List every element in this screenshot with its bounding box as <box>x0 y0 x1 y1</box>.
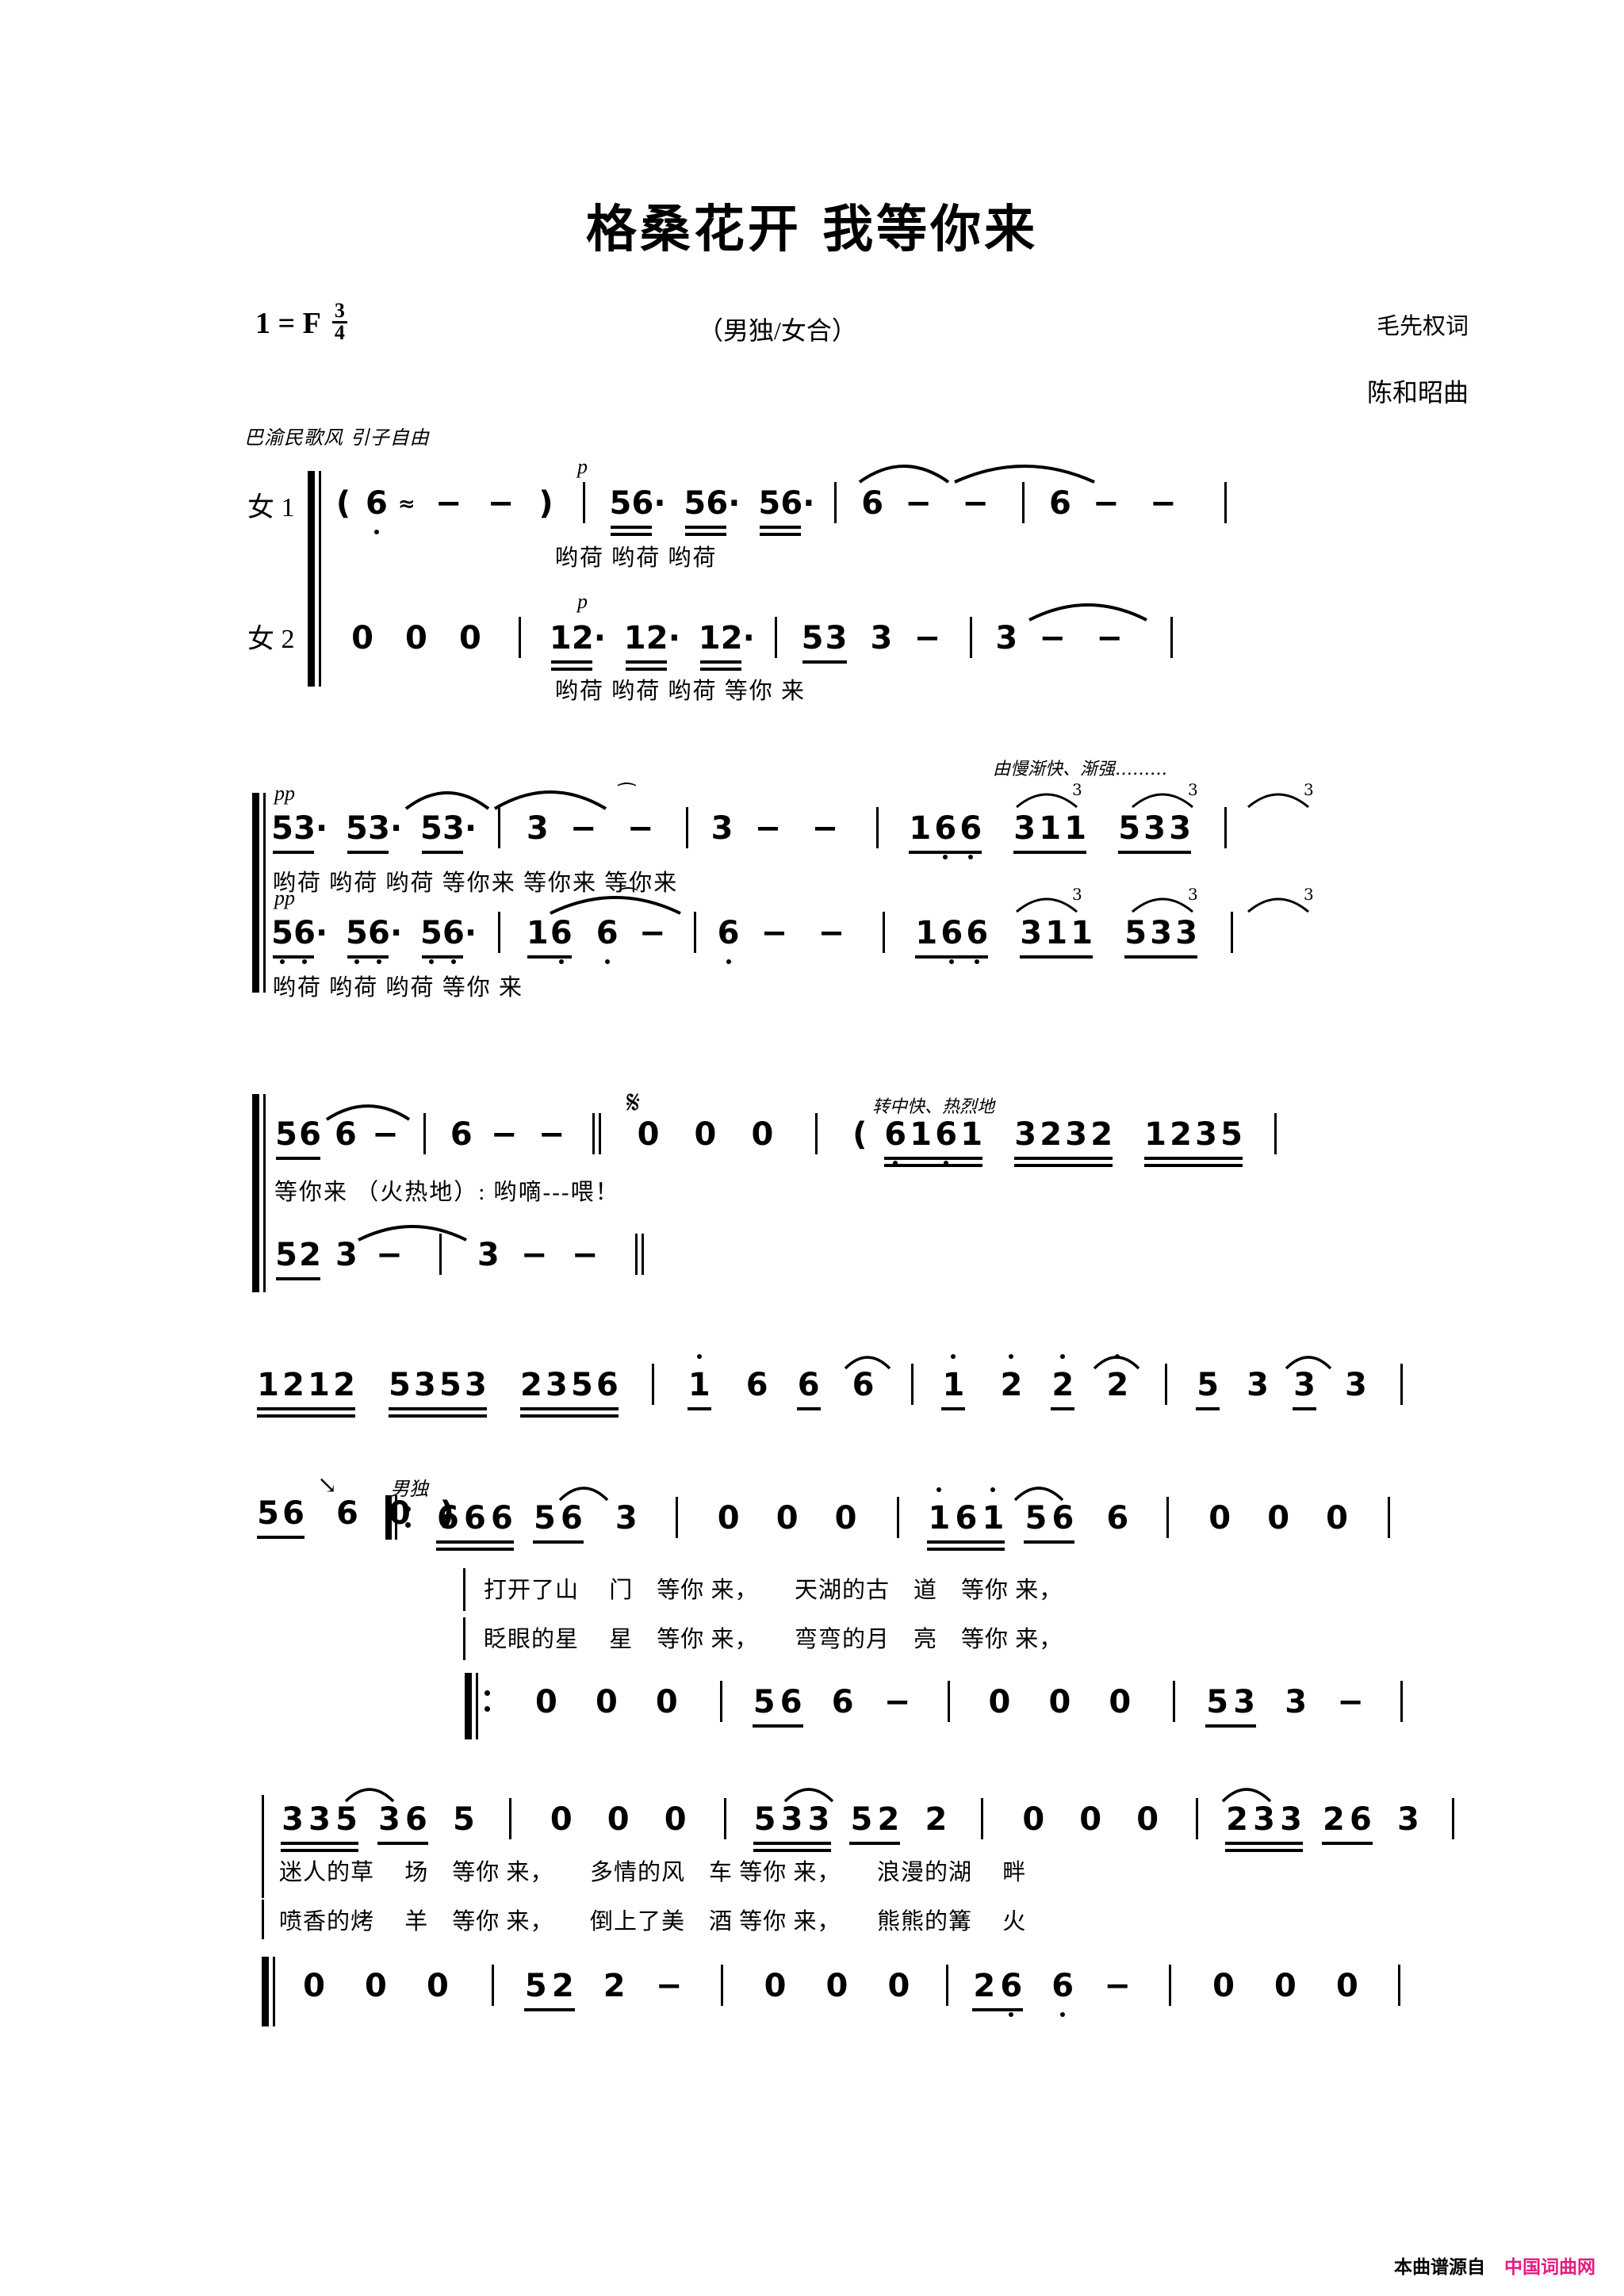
voicing-label: （男独/女合） <box>698 316 857 345</box>
triplet-number: 3 <box>1072 780 1082 799</box>
system6-acc-bracket-thick <box>262 1957 269 2026</box>
system2-bracket-thin <box>263 793 266 993</box>
breath-mark-icon: ↘ <box>317 1472 338 1498</box>
triplet-number: 3 <box>1304 885 1314 904</box>
voice-label-female2: 女 2 <box>247 625 295 654</box>
staff-5-lyrics-verse2: 眨眼的星 星 等你 来， 弯弯的月 亮 等你 来， <box>484 1627 1063 1652</box>
staff-2-voice-2-lyrics: 哟荷 哟荷 哟荷 等你 来 <box>273 975 524 1001</box>
staff-3-voice-1-lyrics: 等你来 （火热地）: 哟嘀---喂！ <box>274 1180 620 1205</box>
voice-label-female1: 女 1 <box>247 493 295 522</box>
dynamic-pp-2: pp <box>274 886 295 909</box>
staff-6-voice-notes: 335 36 5 0 0 0 533 52 2 0 0 0 233 26 3 <box>279 1798 1454 1845</box>
triplet-number: 3 <box>1304 780 1314 799</box>
time-denominator: 4 <box>334 320 345 344</box>
dynamic-p-1: p <box>577 455 588 478</box>
footer-site-link[interactable]: 中国词曲网 <box>1504 2257 1595 2278</box>
staff-6-lyrics-verse2: 喷香的烤 羊 等你 来， 倒上了美 酒 等你 来， 熊熊的篝 火 <box>279 1909 1027 1934</box>
system3-bracket-thin <box>263 1094 266 1292</box>
footer-attribution: 本曲谱源自 中国词曲网 <box>1394 2252 1595 2279</box>
triplet-number: 3 <box>1072 885 1082 904</box>
footer-source-label: 本曲谱源自 <box>1393 2257 1485 2278</box>
tempo-accel-cresc: 由慢渐快、渐强……… <box>993 760 1168 779</box>
fermata-icon-1: ⁀ <box>619 783 635 806</box>
staff-5-lyrics-verse1: 打开了山 门 等你 来， 天湖的古 道 等你 来， <box>484 1578 1063 1603</box>
system2-bracket-thick <box>252 793 259 993</box>
system-bracket-thick <box>308 471 315 687</box>
sheet-music-page: 格桑花开 我等你来 1 = F 3 4 （男独/女合） 毛先权词 陈和昭曲 巴渝… <box>0 0 1624 2296</box>
dynamic-pp-1: pp <box>274 782 295 805</box>
staff-3-voice-1-notes: 56 6 − 6 − − 0 0 0 ( 6161 3232 1235 <box>274 1113 1277 1165</box>
lyric-barline-2 <box>463 1617 465 1660</box>
triplet-number: 3 <box>1188 885 1198 904</box>
staff-2-voice-1-notes: 53· 53· 53· 3 − − 3 − − 166 311 533 <box>271 807 1228 859</box>
key-signature: 1 = F <box>255 307 321 341</box>
page-title: 格桑花开 我等你来 <box>585 200 1039 259</box>
system3-bracket-thick <box>252 1094 259 1292</box>
triplet-number: 3 <box>1188 780 1198 799</box>
staff-4-instrumental-notes: 1212 5353 2356 1 6 6 6 1 2 2 2 5 3 3 3 <box>255 1354 1403 1410</box>
style-note: 巴渝民歌风 引子自由 <box>244 427 430 449</box>
staff-2-voice-1-lyrics: 哟荷 哟荷 哟荷 等你来 等你来 等你来 <box>273 871 679 896</box>
staff-1-voice-1-lyrics: 哟荷 哟荷 哟荷 <box>555 545 718 571</box>
staff-1-voice-1-notes: ( 6 ≈ − − ) 56· 56· 56· 6 − − 6 − − <box>333 482 1227 534</box>
staff-6-accomp-notes: 0 0 0 52 2 − 0 0 0 26 6 − 0 0 0 <box>289 1965 1400 2017</box>
lyricist-credit: 毛先权词 <box>1376 314 1469 339</box>
staff-1-voice-2-notes: 0 0 0 12· 12· 12· 53 3 − 3 − − <box>341 617 1174 664</box>
key-and-time-signature: 1 = F 3 4 <box>255 300 347 344</box>
time-signature: 3 4 <box>331 300 347 344</box>
staff-6-lyrics-verse1: 迷人的草 场 等你 来， 多情的风 车 等你 来， 浪漫的湖 畔 <box>279 1860 1027 1885</box>
system5-acc-bracket-thick <box>465 1673 472 1739</box>
staff-1-voice-2-lyrics: 哟荷 哟荷 哟荷 等你 来 <box>555 679 806 704</box>
staff-2-voice-2-notes: 56· 56· 56· 16 6 − 6 − − 166 311 533 <box>271 912 1234 964</box>
fermata-icon-2: ⁀ <box>620 888 637 911</box>
lyric-barline-1 <box>463 1568 465 1611</box>
staff-5-voice-notes: 666 56 3 0 0 0 161 56 6 0 0 0 <box>385 1487 1390 1544</box>
system5-acc-bracket-thin <box>476 1673 478 1739</box>
staff-3-voice-2-notes: 52 3 − 3 − − <box>274 1234 646 1280</box>
staff-5-accomp-notes: 0 0 0 56 6 − 0 0 0 53 3 − <box>482 1679 1403 1728</box>
composer-credit: 陈和昭曲 <box>1366 378 1469 407</box>
dynamic-p-2: p <box>577 590 588 613</box>
lyric-barline-3 <box>262 1900 264 1939</box>
lyric-barline-4 <box>262 1852 264 1895</box>
system-bracket-thin <box>319 471 321 687</box>
time-numerator: 3 <box>331 300 347 323</box>
system6-acc-bracket-thin <box>273 1957 275 2026</box>
